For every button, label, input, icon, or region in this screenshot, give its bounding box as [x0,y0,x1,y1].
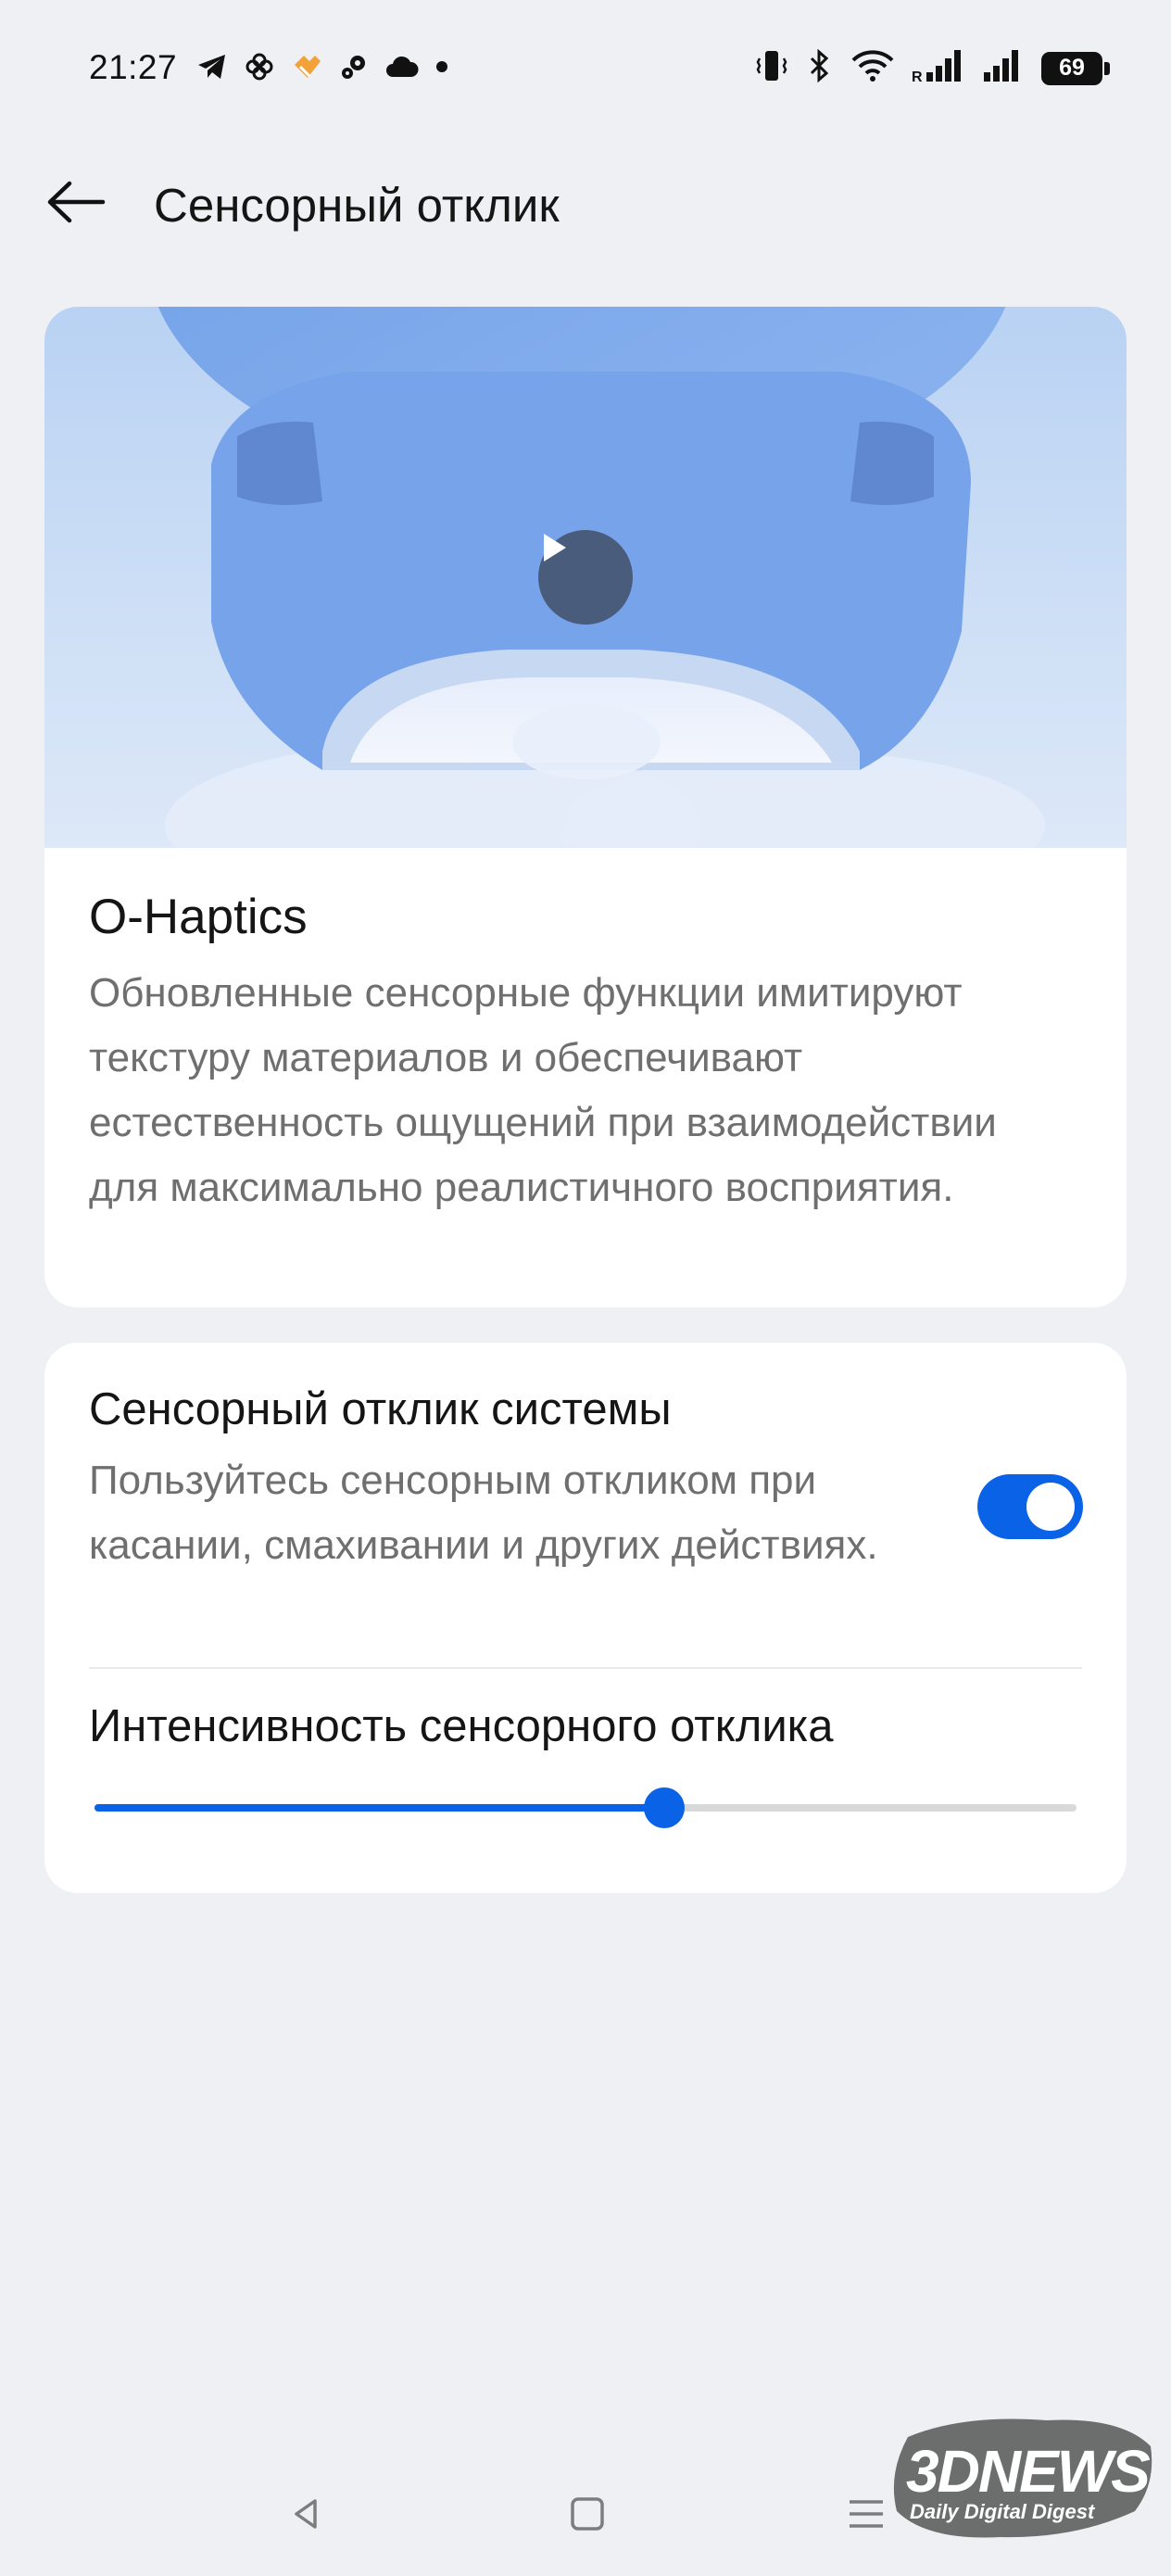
intensity-title: Интенсивность сенсорного отклика [89,1701,834,1751]
cloud-icon [385,55,419,83]
status-bar: 21:27 R 69 [0,0,1171,139]
play-button[interactable] [538,530,633,625]
signal-icon [982,48,1025,88]
watermark-tagline: Daily Digital Digest [910,2500,1095,2523]
o-haptics-title: O-Haptics [89,890,308,944]
roaming-label: R [912,69,923,83]
o-haptics-video[interactable] [44,307,1127,848]
nav-home-button[interactable] [555,2483,620,2548]
gears-icon [339,52,369,86]
divider [89,1667,1082,1669]
watermark-logo: 3DNEWS Daily Digital Digest [889,2409,1158,2548]
nav-menu-icon [846,2495,887,2537]
status-time: 21:27 [89,48,178,86]
system-haptics-description: Пользуйтесь сенсорным откликом при касан… [89,1458,878,1568]
battery-icon: 69 [1041,51,1110,85]
back-button[interactable] [37,170,115,237]
toggle-knob [1026,1483,1075,1531]
system-haptics-title: Сенсорный отклик системы [89,1384,672,1434]
o-haptics-card: O-Haptics Обновленные сенсорные функции … [44,307,1127,1307]
slider-thumb[interactable] [643,1787,685,1828]
battery-level: 69 [1059,55,1085,81]
o-haptics-description: Обновленные сенсорные функции имитируют … [89,970,997,1210]
vibrate-icon [754,49,789,87]
nav-back-button[interactable] [273,2483,338,2548]
notification-icons [196,52,448,86]
nav-back-icon [287,2495,324,2537]
slider-fill [94,1804,664,1812]
wifi-icon [850,49,895,87]
pinwheel-icon [245,52,274,86]
back-arrow-icon [45,179,107,230]
roaming-signal-icon: R [912,48,965,88]
haptics-settings-card: Сенсорный отклик системы Пользуйтесь сен… [44,1343,1127,1893]
system-haptics-toggle[interactable] [977,1474,1083,1539]
app-header: Сенсорный отклик [0,158,1171,250]
page-title: Сенсорный отклик [154,179,560,232]
watermark-brand: 3DNEWS [906,2438,1151,2505]
system-status-icons: R 69 [754,48,1110,88]
settings-screen: 21:27 R 69 Сенсорный отклик O-Haptics Об… [0,0,1171,2576]
dot-icon [435,60,448,78]
telegram-icon [196,53,228,85]
intensity-slider[interactable] [94,1787,1077,1828]
nav-home-icon [569,2495,606,2537]
heart-icon [291,52,322,86]
bluetooth-icon [806,48,834,87]
